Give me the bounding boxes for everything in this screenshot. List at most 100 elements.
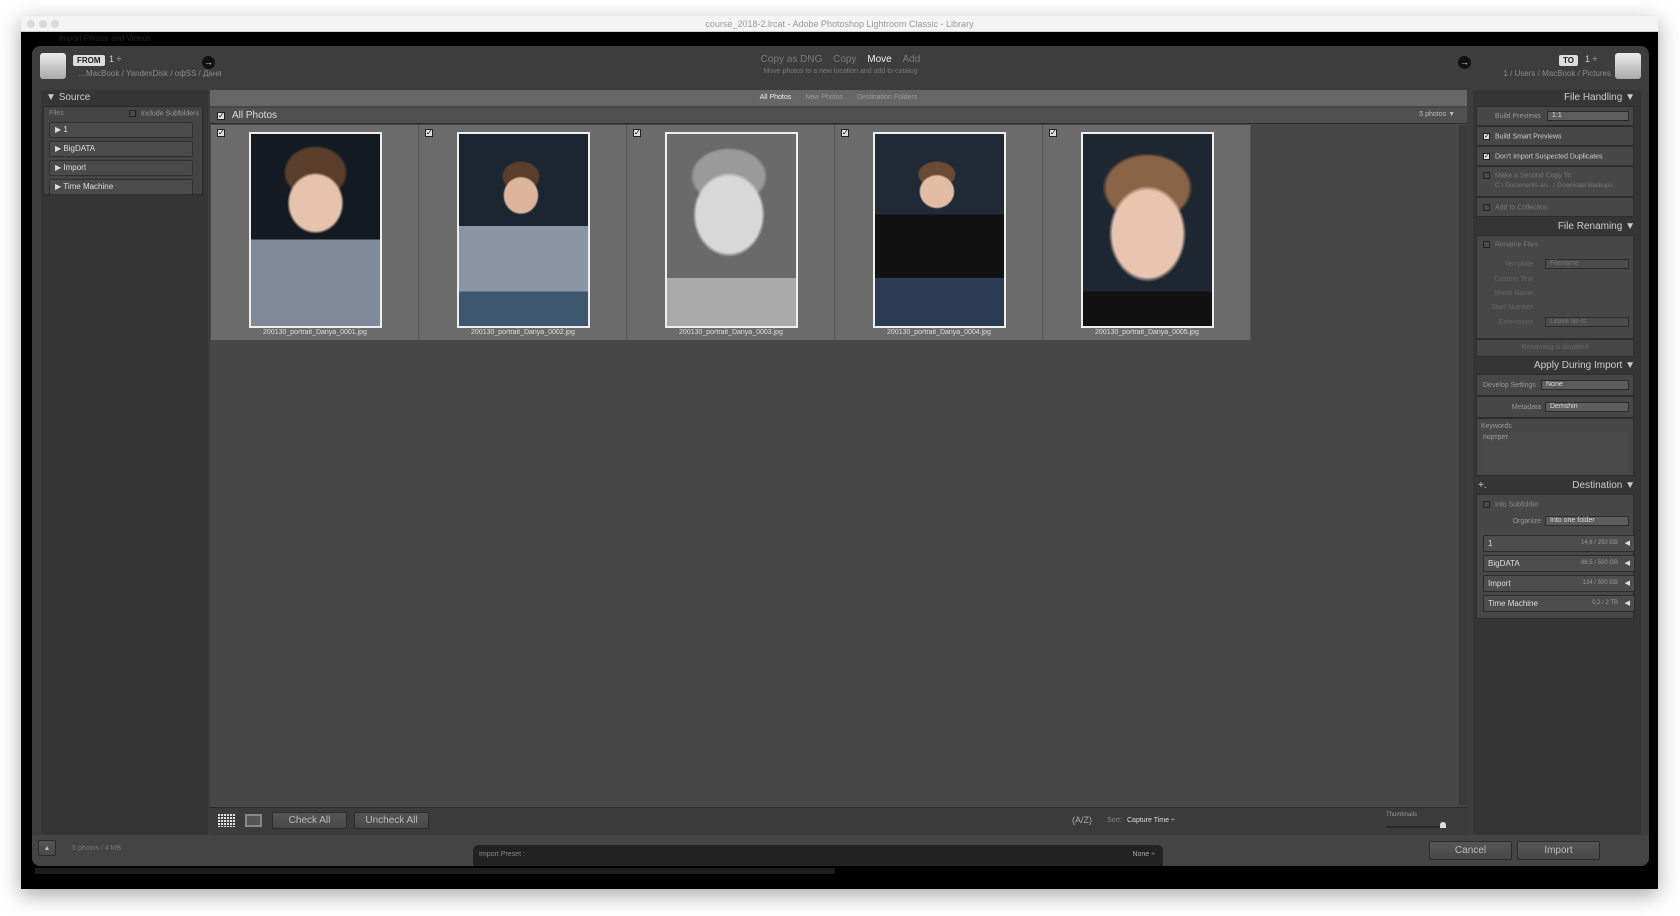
source-item[interactable]: ▶ Time Machine bbox=[49, 179, 193, 195]
volume-name: Import bbox=[1488, 579, 1511, 588]
organize-select[interactable]: Into one folder bbox=[1545, 516, 1629, 526]
close-window-button[interactable] bbox=[27, 20, 35, 28]
settings-panel: File Handling ▼ Build Previews 1:1 ✓ Buil… bbox=[1473, 90, 1641, 835]
second-copy-checkbox[interactable]: Make a Second Copy To : C:\ Documents an…… bbox=[1476, 166, 1634, 197]
file-handling-header[interactable]: File Handling ▼ bbox=[1473, 92, 1637, 103]
mode-description: Move photos to a new location and add to… bbox=[763, 68, 918, 75]
photo-filename: 200130_portrait_Danya_0003.jpg bbox=[679, 329, 783, 336]
tab-all-photos[interactable]: All Photos bbox=[760, 94, 792, 101]
organize-label: Organize bbox=[1512, 518, 1541, 525]
cancel-button[interactable]: Cancel bbox=[1429, 841, 1512, 860]
triangle-left-icon: ◀ bbox=[1624, 600, 1630, 607]
volume-size: 14,6 / 250 GB bbox=[1580, 540, 1618, 546]
template-label: Template bbox=[1504, 261, 1533, 268]
photo-cell[interactable]: ✓ 200130_portrait_Danya_0003.jpg bbox=[627, 125, 835, 340]
source-item[interactable]: ▶ 1 bbox=[49, 122, 193, 138]
add-to-collection-checkbox[interactable]: Add to Collection bbox=[1476, 197, 1634, 217]
grid-toolbar: Check All Uncheck All (A/Z) Sort: Captur… bbox=[210, 807, 1467, 835]
volume-size: 88,5 / 500 GB bbox=[1580, 560, 1618, 566]
triangle-left-icon: ◀ bbox=[1624, 540, 1630, 547]
mode-copy-as-dng[interactable]: Copy as DNG bbox=[761, 54, 823, 65]
photo-cell[interactable]: ✓ 200130_portrait_Danya_0001.jpg bbox=[211, 125, 419, 340]
develop-settings-select[interactable]: None bbox=[1541, 380, 1629, 390]
photo-thumbnail[interactable] bbox=[457, 132, 590, 328]
file-renaming-header[interactable]: File Renaming ▼ bbox=[1473, 221, 1637, 232]
arrow-right-icon[interactable]: → bbox=[1458, 56, 1471, 69]
into-subfolder-checkbox[interactable]: Into Subfolder bbox=[1483, 501, 1539, 508]
metadata-label: Metadata bbox=[1511, 404, 1541, 411]
sort-direction-icon[interactable]: (A/Z) bbox=[1072, 815, 1092, 825]
slider-handle[interactable] bbox=[1440, 822, 1446, 828]
grid-scrollbar[interactable] bbox=[1459, 125, 1467, 805]
build-smart-previews-checkbox[interactable]: ✓ Build Smart Previews bbox=[1476, 126, 1634, 146]
source-item[interactable]: ▶ Import bbox=[49, 160, 193, 176]
tab-destination-folders[interactable]: Destination Folders bbox=[857, 94, 917, 101]
volume-name: 1 bbox=[1488, 539, 1493, 548]
app-window: course_2018-2.lrcat - Adobe Photoshop Li… bbox=[21, 16, 1658, 889]
photo-count[interactable]: 5 photos ▼ bbox=[1419, 111, 1455, 118]
destination-volume[interactable]: Import 134 / 500 GB ◀ bbox=[1483, 575, 1635, 592]
to-selector[interactable]: 1 ÷ bbox=[1585, 54, 1597, 64]
photo-cell[interactable]: ✓ 200130_portrait_Danya_0002.jpg bbox=[419, 125, 627, 340]
rename-files-checkbox[interactable]: Rename Files bbox=[1483, 241, 1538, 248]
photo-checkbox[interactable]: ✓ bbox=[1049, 129, 1057, 137]
all-photos-bar: ✓ All Photos 5 photos ▼ bbox=[210, 108, 1467, 124]
second-copy-path: C:\ Documents an…\ Download Backups bbox=[1495, 182, 1613, 190]
triangle-down-icon: ▼ bbox=[46, 92, 59, 103]
photo-checkbox[interactable]: ✓ bbox=[217, 129, 225, 137]
photo-thumbnail[interactable] bbox=[665, 132, 798, 328]
thumbnails-label: Thumbnails bbox=[1386, 812, 1418, 818]
horizontal-scrollbar[interactable] bbox=[35, 868, 835, 874]
grid-view-icon[interactable] bbox=[218, 814, 235, 827]
destination-volume[interactable]: BigDATA 88,5 / 500 GB ◀ bbox=[1483, 555, 1635, 572]
volume-size: 134 / 500 GB bbox=[1582, 580, 1618, 586]
photo-thumbnail[interactable] bbox=[873, 132, 1006, 328]
photo-thumbnail[interactable] bbox=[1081, 132, 1214, 328]
source-item[interactable]: ▶ BigDATA bbox=[49, 141, 193, 157]
all-photos-checkbox[interactable]: ✓ bbox=[217, 112, 225, 120]
mode-copy[interactable]: Copy bbox=[833, 54, 856, 65]
build-previews-select[interactable]: 1:1 bbox=[1547, 111, 1629, 121]
include-subfolders-checkbox[interactable]: Include Subfolders bbox=[129, 110, 199, 117]
thumbnail-size-slider[interactable] bbox=[1386, 822, 1446, 828]
tab-new-photos[interactable]: New Photos bbox=[805, 94, 843, 101]
dont-import-duplicates-checkbox[interactable]: ✓ Don't Import Suspected Duplicates bbox=[1476, 146, 1634, 166]
metadata-select[interactable]: Demshin bbox=[1545, 402, 1629, 412]
check-all-button[interactable]: Check All bbox=[272, 812, 347, 829]
import-button[interactable]: Import bbox=[1517, 841, 1600, 860]
import-preset-select[interactable]: None ÷ bbox=[1132, 851, 1155, 858]
build-previews-label: Build Previews bbox=[1495, 113, 1541, 120]
loupe-view-icon[interactable] bbox=[245, 814, 262, 827]
zoom-window-button[interactable] bbox=[51, 20, 59, 28]
file-renaming-section: Rename Files Template Filename Custom Te… bbox=[1476, 235, 1634, 339]
photo-checkbox[interactable]: ✓ bbox=[841, 129, 849, 137]
apply-during-import-header[interactable]: Apply During Import ▼ bbox=[1473, 360, 1637, 371]
destination-drive-icon bbox=[1615, 53, 1641, 79]
uncheck-all-button[interactable]: Uncheck All bbox=[354, 812, 429, 829]
build-previews-row: Build Previews 1:1 bbox=[1476, 106, 1634, 126]
destination-header[interactable]: Destination ▼ bbox=[1473, 480, 1637, 491]
destination-volume[interactable]: Time Machine 0,2 / 2 TB ◀ bbox=[1483, 595, 1635, 612]
photo-checkbox[interactable]: ✓ bbox=[425, 129, 433, 137]
minimize-window-button[interactable] bbox=[39, 20, 47, 28]
sort-label: Sort: bbox=[1107, 817, 1122, 824]
photo-cell[interactable]: ✓ 200130_portrait_Danya_0004.jpg bbox=[835, 125, 1043, 340]
mode-add[interactable]: Add bbox=[903, 54, 921, 65]
behind-window-title: Import Photos and Videos bbox=[59, 34, 151, 43]
mode-move[interactable]: Move bbox=[867, 54, 891, 65]
keywords-input[interactable]: портрет bbox=[1481, 432, 1629, 472]
photo-checkbox[interactable]: ✓ bbox=[633, 129, 641, 137]
photo-filename: 200130_portrait_Danya_0005.jpg bbox=[1095, 329, 1199, 336]
photo-thumbnail[interactable] bbox=[249, 132, 382, 328]
sort-select[interactable]: Capture Time ÷ bbox=[1127, 817, 1175, 824]
custom-text-label: Custom Text bbox=[1494, 276, 1533, 283]
collapse-expand-button[interactable]: ▲ bbox=[38, 840, 56, 856]
develop-settings-row: Develop Settings None bbox=[1476, 374, 1634, 396]
to-badge: TO bbox=[1559, 55, 1578, 66]
to-path: 1 / Users / MacBook / Pictures bbox=[1503, 69, 1611, 78]
source-header[interactable]: ▼ Source bbox=[46, 90, 90, 106]
destination-volume[interactable]: 1 14,6 / 250 GB ◀ bbox=[1483, 535, 1635, 552]
photo-grid-area: All Photos New Photos Destination Folder… bbox=[210, 90, 1467, 835]
photo-cell[interactable]: ✓ 200130_portrait_Danya_0005.jpg bbox=[1043, 125, 1251, 340]
mode-selector: Copy as DNG Copy Move Add bbox=[32, 54, 1649, 65]
